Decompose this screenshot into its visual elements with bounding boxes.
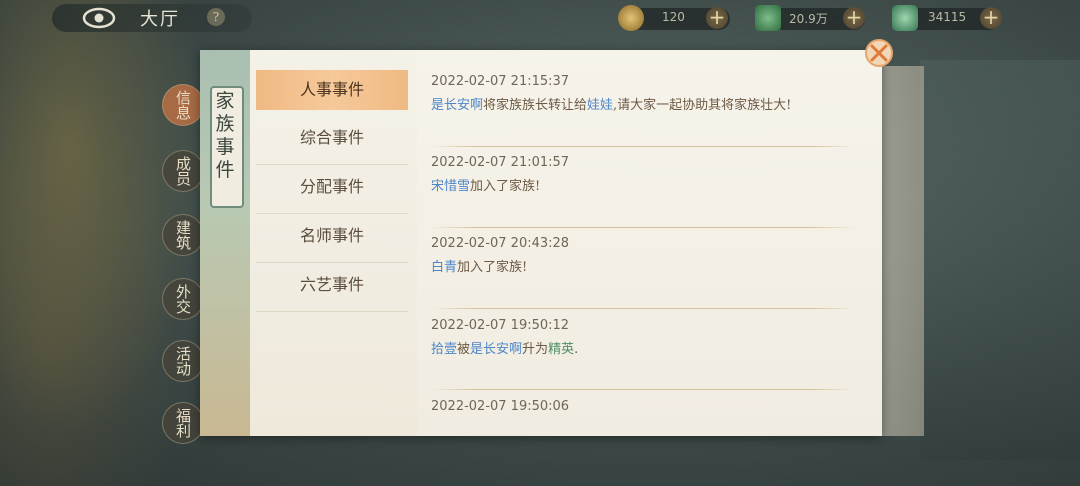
side-menu-buildings[interactable]: 建筑	[162, 214, 204, 256]
tab-mentor-events[interactable]: 名师事件	[256, 216, 408, 263]
coin-value: 120	[662, 10, 685, 24]
event-item: 2022-02-07 21:01:57 宋惜雪加入了家族!	[431, 155, 859, 194]
tab-distribution-events[interactable]: 分配事件	[256, 167, 408, 214]
event-text: 拾壹被是长安啊升为精英.	[431, 338, 859, 357]
event-text-segment: .	[574, 342, 579, 357]
event-item: 2022-02-07 19:50:12 拾壹被是长安啊升为精英.	[431, 318, 859, 357]
silver-icon	[755, 5, 781, 31]
event-item: 2022-02-07 19:50:06	[431, 399, 859, 419]
event-text-segment: 升为	[522, 342, 549, 357]
add-jade-button[interactable]: +	[980, 7, 1002, 29]
event-text: 宋惜雪加入了家族!	[431, 175, 859, 194]
resource-coin: 120 +	[618, 5, 730, 31]
event-text-segment: 加入了家族!	[470, 179, 541, 194]
player-name[interactable]: 宋惜雪	[431, 179, 470, 194]
top-bar: 大厅 ? 120 + 20.9万 + 34115 +	[0, 0, 1080, 38]
event-time: 2022-02-07 20:43:28	[431, 236, 570, 251]
event-time: 2022-02-07 21:01:57	[431, 155, 570, 170]
close-icon[interactable]	[862, 36, 896, 70]
tab-personnel-events[interactable]: 人事事件	[256, 70, 408, 110]
side-menu-diplomacy[interactable]: 外交	[162, 278, 204, 320]
event-divider	[431, 146, 855, 147]
resource-jade: 34115 +	[892, 5, 1002, 31]
background-scenery	[920, 60, 1080, 460]
jade-value: 34115	[928, 10, 967, 24]
event-time: 2022-02-07 19:50:06	[431, 399, 570, 414]
family-events-panel: 家族事件 人事事件 综合事件 分配事件 名师事件 六艺事件 2022-02-07…	[200, 50, 882, 436]
panel-scroll-edge	[880, 66, 924, 436]
resource-silver: 20.9万 +	[755, 5, 865, 31]
event-time: 2022-02-07 21:15:37	[431, 74, 570, 89]
event-text: 白青加入了家族!	[431, 256, 859, 275]
event-divider	[431, 389, 855, 390]
event-time: 2022-02-07 19:50:12	[431, 318, 570, 333]
side-menu-activities[interactable]: 活动	[162, 340, 204, 382]
side-menu-members[interactable]: 成员	[162, 150, 204, 192]
rank-label: 精英	[548, 342, 575, 357]
tab-general-events[interactable]: 综合事件	[256, 118, 408, 165]
player-name[interactable]: 拾壹	[431, 342, 457, 357]
event-text: 是长安啊将家族族长转让给娃娃,请大家一起协助其将家族壮大!	[431, 94, 859, 113]
panel-title: 家族事件	[215, 90, 235, 181]
event-text-segment: ,请大家一起协助其将家族壮大!	[613, 98, 792, 113]
event-tabs: 人事事件 综合事件 分配事件 名师事件 六艺事件	[256, 70, 408, 314]
help-icon[interactable]: ?	[207, 8, 225, 26]
event-text-segment: 被	[457, 342, 471, 357]
event-text-segment: 加入了家族!	[457, 260, 528, 275]
add-coin-button[interactable]: +	[706, 7, 728, 29]
event-list[interactable]: 2022-02-07 21:15:37 是长安啊将家族族长转让给娃娃,请大家一起…	[417, 50, 882, 436]
coin-icon	[618, 5, 644, 31]
side-menu-info[interactable]: 信息	[162, 84, 204, 126]
event-text-segment: 将家族族长转让给	[483, 98, 588, 113]
player-name[interactable]: 白青	[431, 260, 457, 275]
event-divider	[431, 308, 855, 309]
tab-six-arts-events[interactable]: 六艺事件	[256, 265, 408, 312]
page-title: 大厅	[140, 9, 180, 30]
player-name[interactable]: 是长安啊	[470, 342, 522, 357]
jade-icon	[892, 5, 918, 31]
add-silver-button[interactable]: +	[843, 7, 865, 29]
event-divider	[431, 227, 855, 228]
player-name[interactable]: 娃娃	[587, 98, 613, 113]
event-item: 2022-02-07 21:15:37 是长安啊将家族族长转让给娃娃,请大家一起…	[431, 74, 859, 113]
player-name[interactable]: 是长安啊	[431, 98, 483, 113]
eye-icon[interactable]	[82, 7, 116, 29]
event-item: 2022-02-07 20:43:28 白青加入了家族!	[431, 236, 859, 275]
side-menu-welfare[interactable]: 福利	[162, 402, 204, 444]
silver-value: 20.9万	[789, 12, 828, 26]
